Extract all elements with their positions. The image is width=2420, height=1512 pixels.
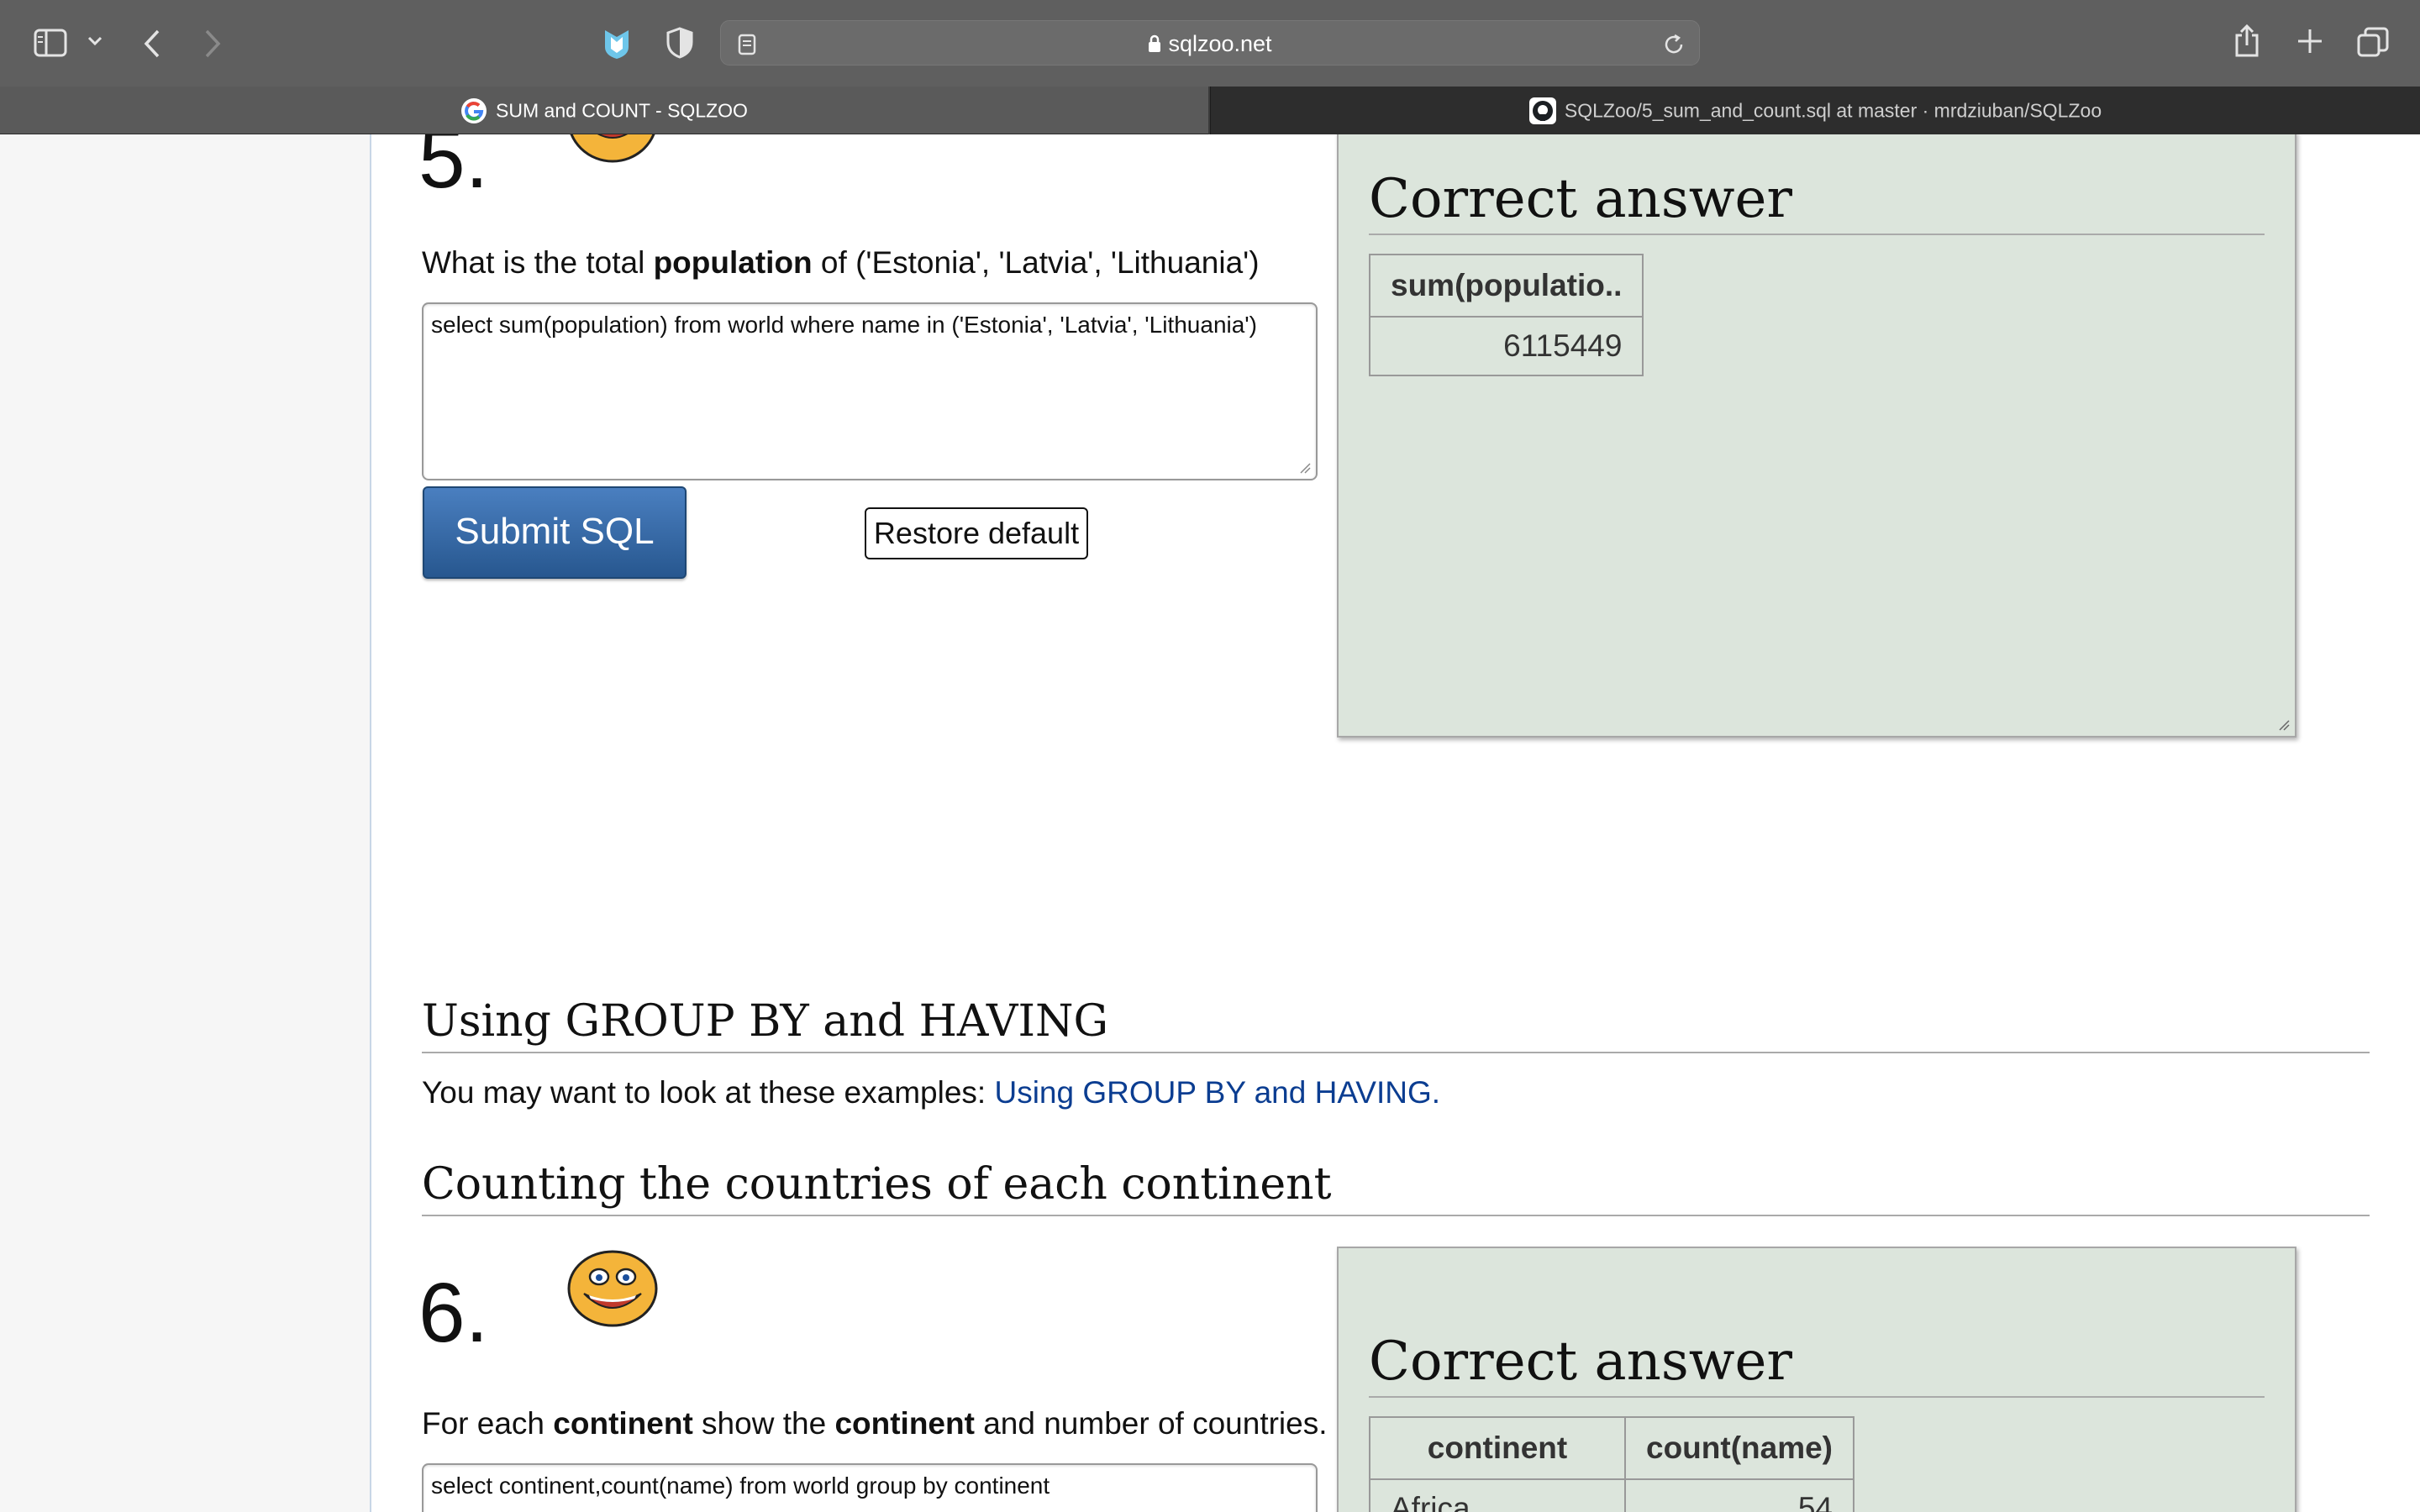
- browser-toolbar: sqlzoo.net: [0, 0, 2420, 87]
- table-cell: 54: [1624, 1478, 1854, 1512]
- table-header-cell: continent: [1369, 1416, 1626, 1480]
- prompt-bold: continent: [553, 1406, 693, 1441]
- page-content: 5. What is the total population of ('Est…: [0, 134, 2420, 1512]
- answer-table: continent count(name) Africa 54: [1369, 1416, 1854, 1512]
- section-heading: Using GROUP BY and HAVING: [422, 996, 2370, 1053]
- answer-panel: Correct answer continent count(name) Afr…: [1337, 1247, 2296, 1512]
- chevron-down-icon[interactable]: [87, 35, 103, 47]
- lock-icon: [1148, 33, 1161, 59]
- google-icon: [460, 97, 487, 124]
- reload-icon[interactable]: [1662, 33, 1686, 56]
- submit-sql-button[interactable]: Submit SQL: [423, 486, 687, 579]
- tab-bar: SUM and COUNT - SQLZOO SQLZoo/5_sum_and_…: [0, 87, 2420, 134]
- smiley-icon: [567, 1250, 658, 1327]
- share-icon[interactable]: [2233, 24, 2261, 59]
- tab-github[interactable]: SQLZoo/5_sum_and_count.sql at master · m…: [1210, 87, 2420, 134]
- tab-sqlzoo[interactable]: SUM and COUNT - SQLZOO: [0, 87, 1208, 134]
- section-heading: Counting the countries of each continent: [422, 1159, 2370, 1216]
- prompt-text: of ('Estonia', 'Latvia', 'Lithuania'): [812, 245, 1260, 280]
- prompt-text: and number of countries.: [974, 1406, 1328, 1441]
- forward-icon[interactable]: [202, 29, 222, 59]
- answer-title: Correct answer: [1369, 1331, 2265, 1398]
- tab-title: SUM and COUNT - SQLZOO: [496, 99, 748, 122]
- prompt-text: show the: [692, 1406, 835, 1441]
- address-bar[interactable]: sqlzoo.net: [720, 20, 1700, 66]
- new-tab-icon[interactable]: [2296, 28, 2323, 55]
- restore-default-button[interactable]: Restore default: [865, 507, 1088, 559]
- section-text: You may want to look at these examples: …: [422, 1075, 1440, 1110]
- prompt-text: For each: [422, 1406, 554, 1441]
- github-icon: [1528, 97, 1556, 124]
- sql-editor[interactable]: select sum(population) from world where …: [422, 302, 1318, 480]
- sql-text: select sum(population) from world where …: [431, 312, 1257, 338]
- sql-editor[interactable]: select continent,count(name) from world …: [422, 1463, 1318, 1512]
- table-cell: Africa: [1369, 1478, 1626, 1512]
- sidebar-toggle-icon[interactable]: [34, 29, 67, 57]
- smiley-icon: [567, 134, 658, 193]
- left-sidebar: [0, 134, 371, 1512]
- table-header-row: continent count(name): [1369, 1416, 1854, 1480]
- answer-table: sum(populatio.. 6115449: [1368, 254, 1644, 376]
- prompt-bold: population: [653, 245, 813, 280]
- table-header-cell: sum(populatio..: [1368, 254, 1644, 318]
- question-prompt: For each continent show the continent an…: [422, 1406, 1328, 1441]
- prompt-text: What is the total: [422, 245, 654, 280]
- table-row: Africa 54: [1369, 1478, 1854, 1512]
- tab-title: SQLZoo/5_sum_and_count.sql at master · m…: [1564, 99, 2102, 122]
- answer-title: Correct answer: [1369, 168, 2265, 235]
- group-by-examples-link[interactable]: Using GROUP BY and HAVING.: [994, 1075, 1440, 1110]
- sql-text: select continent,count(name) from world …: [431, 1473, 1050, 1499]
- back-icon[interactable]: [143, 29, 163, 59]
- question-number: 6.: [418, 1266, 489, 1360]
- table-header-cell: count(name): [1624, 1416, 1854, 1480]
- resize-grip-icon[interactable]: [2278, 719, 2290, 731]
- prompt-bold: continent: [834, 1406, 975, 1441]
- url-text: sqlzoo.net: [721, 31, 1699, 59]
- question-prompt: What is the total population of ('Estoni…: [422, 245, 1260, 281]
- table-cell: 6115449: [1368, 316, 1644, 376]
- table-header-row: sum(populatio..: [1368, 254, 1644, 318]
- resize-grip-icon[interactable]: [1299, 462, 1311, 474]
- table-row: 6115449: [1368, 316, 1644, 376]
- tab-overview-icon[interactable]: [2357, 27, 2389, 57]
- extension-shield-icon[interactable]: [602, 27, 632, 60]
- url-label: sqlzoo.net: [1168, 31, 1272, 56]
- question-number: 5.: [418, 134, 489, 206]
- privacy-shield-icon[interactable]: [666, 27, 693, 59]
- section-text-label: You may want to look at these examples:: [422, 1075, 995, 1110]
- answer-panel: Correct answer sum(populatio.. 6115449: [1337, 134, 2296, 738]
